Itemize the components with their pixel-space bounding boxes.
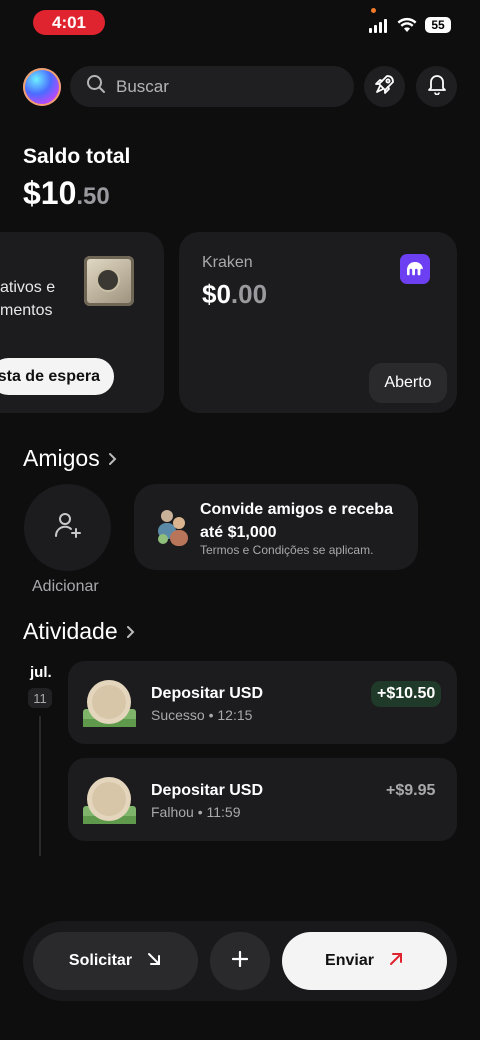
plus-icon [231,950,249,972]
timeline-line [39,716,41,856]
invite-terms[interactable]: Termos e Condições se aplicam. [200,543,373,557]
chevron-right-icon [126,618,136,645]
activity-amount-1: +$10.50 [371,681,442,707]
arrow-down-right-icon [146,951,162,972]
privacy-indicator [371,8,376,13]
coin-deposit-icon [82,772,138,828]
add-user-icon [53,510,83,545]
bell-icon [427,73,447,100]
rocket-button[interactable] [364,66,405,107]
activity-status-2: Falhou • 11:59 [151,804,241,820]
avatar-ring [23,68,61,106]
rocket-icon [374,73,396,100]
search-placeholder: Buscar [116,76,169,96]
battery-icon: 55 [425,17,451,33]
status-time: 4:01 [33,10,105,35]
activity-header[interactable]: Atividade [23,618,136,645]
activity-status-1: Sucesso • 12:15 [151,707,253,723]
vault-text-line2: mentos [0,302,53,319]
coin-deposit-icon [82,675,138,731]
add-friend-button[interactable] [24,484,111,571]
open-button[interactable]: Aberto [369,363,447,403]
chevron-right-icon [108,445,118,472]
kraken-balance: $0.00 [202,279,267,310]
wifi-icon [397,17,417,38]
vault-text-line1: ativos e [0,279,56,296]
kraken-label: Kraken [202,254,253,271]
kraken-logo-icon [400,254,430,284]
arrow-up-right-icon [388,951,404,972]
search-icon [86,74,106,99]
activity-day: 11 [28,688,52,708]
invite-title: Convide amigos e receba até $1,000 [200,501,393,541]
balance-label: Saldo total [23,145,131,168]
activity-title-2: Depositar USD [151,782,264,799]
balance-decimal: .50 [76,183,110,210]
friends-title: Amigos [23,445,100,471]
request-label: Solicitar [68,952,133,969]
activity-title-1: Depositar USD [151,685,264,702]
balance-value: $10.50 [23,175,110,212]
send-label: Enviar [325,952,374,969]
people-icon [155,506,191,546]
send-button[interactable]: Enviar [282,932,447,990]
activity-month: jul. [30,664,52,681]
add-button[interactable] [210,932,270,990]
vault-card-text: ativos e mentos [0,276,55,322]
friends-header[interactable]: Amigos [23,445,118,472]
search-input[interactable]: Buscar [70,66,354,107]
kraken-decimal: .00 [230,279,268,309]
signal-icon [369,19,387,33]
notifications-button[interactable] [416,66,457,107]
kraken-whole: $0 [202,279,231,309]
request-button[interactable]: Solicitar [33,932,198,990]
balance-whole: $10 [23,175,77,211]
activity-title: Atividade [23,618,118,644]
waitlist-button[interactable]: sta de espera [0,358,114,395]
activity-amount-2: +$9.95 [386,782,436,799]
safe-dial-icon [96,268,120,292]
add-friend-label: Adicionar [32,578,99,595]
